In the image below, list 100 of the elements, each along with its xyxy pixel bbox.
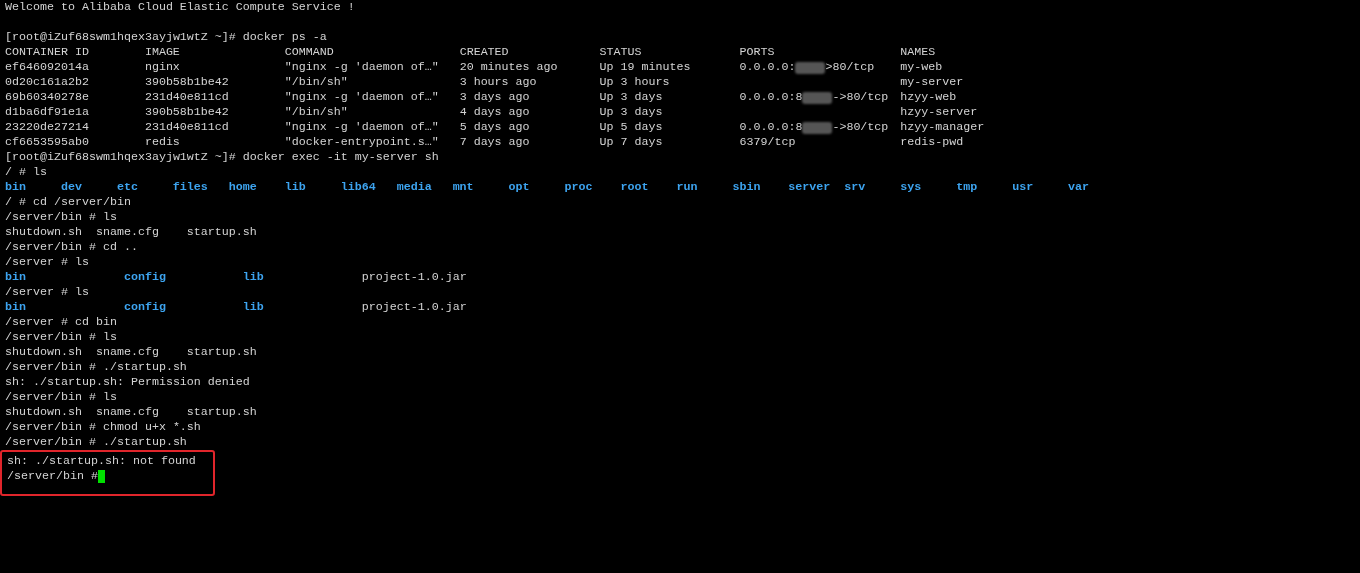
table-cell: Up 19 minutes <box>599 60 691 74</box>
table-cell: 0.0.0.0:8 <box>739 120 803 135</box>
terminal-line: / # cd /server/bin <box>5 195 131 210</box>
column-header: IMAGE <box>144 45 180 59</box>
terminal-line: /server/bin # ./startup.sh <box>5 360 187 375</box>
directory-name: lib64 <box>340 180 376 194</box>
terminal-line: [root@iZuf68swm1hqex3ayjw1wtZ ~]# docker exec -it my-server sh <box>5 150 439 165</box>
table-cell: "nginx -g 'daemon of…" <box>284 60 439 74</box>
directory-name: sbin <box>732 180 761 194</box>
table-cell: "/bin/sh" <box>284 105 348 119</box>
column-header: NAMES <box>900 45 936 59</box>
table-cell: cf6653595ab0 <box>5 135 89 149</box>
terminal-line: /server/bin # chmod u+x *.sh <box>5 420 201 435</box>
directory-name: media <box>396 180 432 194</box>
table-cell: 6379/tcp <box>739 135 796 150</box>
table-cell: redis <box>144 135 180 149</box>
directory-name: var <box>1068 180 1090 194</box>
table-cell: d1ba6df91e1a <box>5 105 89 119</box>
redacted-blur <box>802 121 833 134</box>
terminal-line: sh: ./startup.sh: Permission denied <box>5 375 250 390</box>
terminal-line: /server/bin # cd .. <box>5 240 138 255</box>
table-cell: Up 5 days <box>599 120 663 134</box>
table-cell: 5 days ago <box>459 120 530 134</box>
table-cell: 0.0.0.0: <box>739 60 796 75</box>
table-cell: Up 3 days <box>599 105 663 119</box>
directory-name: root <box>620 180 649 194</box>
shell-prompt: /server/bin # <box>7 469 98 484</box>
directory-name: etc <box>116 180 138 194</box>
table-cell: >80/tcp <box>825 60 875 75</box>
directory-name: files <box>172 180 208 194</box>
directory-name: run <box>676 180 698 194</box>
table-cell: 390b58b1be42 <box>144 75 229 89</box>
directory-name: lib <box>284 180 306 194</box>
table-cell: "nginx -g 'daemon of…" <box>284 120 439 134</box>
directory-name: lib <box>242 300 264 314</box>
table-cell: hzyy-server <box>900 105 978 119</box>
table-cell: hzyy-web <box>900 90 957 104</box>
terminal-line: shutdown.sh sname.cfg startup.sh <box>5 345 257 360</box>
directory-name: proc <box>564 180 593 194</box>
table-cell: Up 3 hours <box>599 75 670 89</box>
table-cell: redis-pwd <box>900 135 964 149</box>
column-header: CREATED <box>459 45 509 59</box>
terminal-line: shutdown.sh sname.cfg startup.sh <box>5 405 257 420</box>
file-name: project-1.0.jar <box>361 300 467 314</box>
table-cell: my-server <box>900 75 964 89</box>
table-cell: "docker-entrypoint.s…" <box>284 135 439 149</box>
directory-name: usr <box>1012 180 1034 194</box>
table-cell: 390b58b1be42 <box>144 105 229 119</box>
table-cell: ef646092014a <box>5 60 89 74</box>
table-cell: 3 days ago <box>459 90 530 104</box>
directory-name: bin <box>5 270 26 284</box>
file-name: project-1.0.jar <box>361 270 467 284</box>
terminal-line: /server/bin # ls <box>5 210 117 225</box>
terminal-line: shutdown.sh sname.cfg startup.sh <box>5 225 257 240</box>
terminal-line: [root@iZuf68swm1hqex3ayjw1wtZ ~]# docker ps -a <box>5 30 327 45</box>
table-cell: ->80/tcp <box>832 120 889 135</box>
directory-name: config <box>123 300 166 314</box>
terminal-line: /server/bin # ls <box>5 330 117 345</box>
table-cell: nginx <box>144 60 180 74</box>
terminal-line: /server # ls <box>5 255 89 270</box>
terminal-line: sh: ./startup.sh: not found <box>7 454 196 469</box>
directory-name: bin <box>5 180 26 194</box>
column-header: CONTAINER ID <box>5 45 89 59</box>
directory-name: server <box>788 180 831 194</box>
directory-name: config <box>123 270 166 284</box>
directory-name: tmp <box>956 180 978 194</box>
table-cell: Up 7 days <box>599 135 663 149</box>
table-cell: 0.0.0.0:8 <box>739 90 803 105</box>
column-header: STATUS <box>599 45 642 59</box>
table-cell: Up 3 days <box>599 90 663 104</box>
directory-name: bin <box>5 300 26 314</box>
terminal-line: /server # ls <box>5 285 89 300</box>
terminal-line: /server # cd bin <box>5 315 117 330</box>
directory-name: mnt <box>452 180 474 194</box>
table-cell: 231d40e811cd <box>144 120 229 134</box>
column-header: COMMAND <box>284 45 334 59</box>
table-cell: 23220de27214 <box>5 120 89 134</box>
directory-name: home <box>228 180 257 194</box>
table-cell: my-web <box>900 60 943 74</box>
table-cell: "nginx -g 'daemon of…" <box>284 90 439 104</box>
directory-name: srv <box>844 180 866 194</box>
table-cell: "/bin/sh" <box>284 75 348 89</box>
terminal-line: / # ls <box>5 165 47 180</box>
terminal-line: Welcome to Alibaba Cloud Elastic Compute Service ! <box>5 0 355 15</box>
terminal-line: /server/bin # ls <box>5 390 117 405</box>
table-cell: 4 days ago <box>459 105 530 119</box>
redacted-blur <box>802 91 833 104</box>
table-cell: 231d40e811cd <box>144 90 229 104</box>
table-cell: ->80/tcp <box>832 90 889 105</box>
directory-name: opt <box>508 180 530 194</box>
cursor <box>97 470 105 483</box>
column-header: PORTS <box>739 45 775 60</box>
table-cell: 69b60340278e <box>5 90 89 104</box>
directory-name: dev <box>60 180 82 194</box>
directory-name: sys <box>900 180 922 194</box>
terminal-line: /server/bin # ./startup.sh <box>5 435 187 450</box>
directory-name: lib <box>242 270 264 284</box>
table-cell: 0d20c161a2b2 <box>5 75 89 89</box>
table-cell: 3 hours ago <box>459 75 537 89</box>
table-cell: 7 days ago <box>459 135 530 149</box>
